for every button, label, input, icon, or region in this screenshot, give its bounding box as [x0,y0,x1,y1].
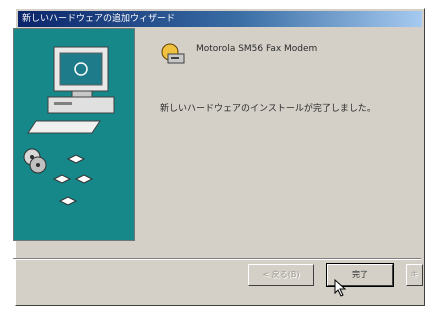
back-button[interactable]: < 戻る(B) [248,264,314,286]
completion-message: 新しいハードウェアのインストールが完了しました。 [160,104,376,114]
device-name: Motorola SM56 Fax Modem [196,44,318,54]
title-bar[interactable]: 新しいハードウェアの追加ウィザード [18,11,422,27]
cancel-button[interactable]: キャンセル [406,264,423,286]
button-area-divider [13,258,421,260]
wizard-side-panel [13,28,135,241]
window-title: 新しいハードウェアの追加ウィザード [22,14,176,24]
mouse-pointer-icon [334,279,347,297]
modem-device-icon [161,43,185,64]
computer-with-discs-illustration [23,46,115,206]
